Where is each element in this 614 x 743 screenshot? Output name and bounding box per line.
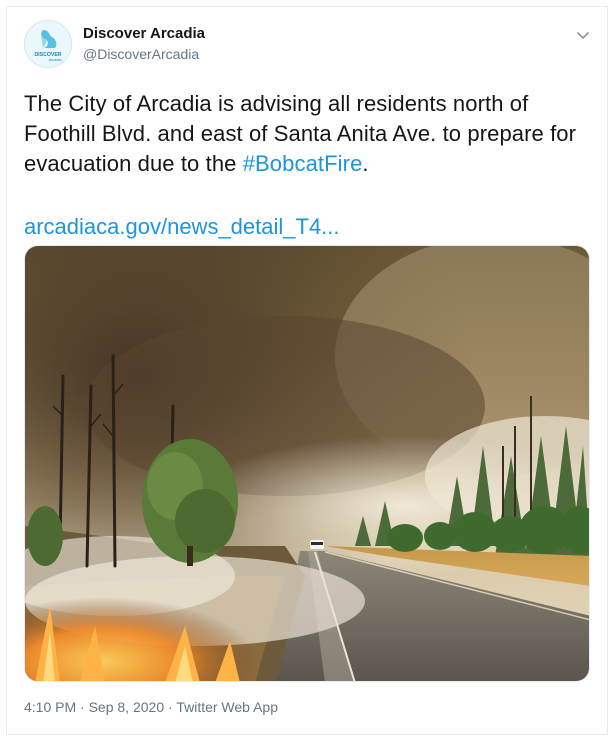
tweet-date[interactable]: Sep 8, 2020 bbox=[89, 699, 165, 715]
tweet-photo[interactable] bbox=[24, 245, 590, 682]
hashtag-link[interactable]: #BobcatFire bbox=[243, 151, 363, 176]
tweet-text: The City of Arcadia is advising all resi… bbox=[24, 89, 594, 179]
swan-logo-icon: DISCOVER Arcadia bbox=[25, 21, 71, 67]
avatar-text-bottom: Arcadia bbox=[49, 58, 63, 62]
chevron-down-icon[interactable] bbox=[573, 25, 593, 45]
tweet-url-link[interactable]: arcadiaca.gov/news_detail_T4... bbox=[24, 214, 340, 239]
account-handle[interactable]: @DiscoverArcadia bbox=[83, 46, 199, 62]
tweet-source[interactable]: Twitter Web App bbox=[176, 699, 278, 715]
tweet-card[interactable]: DISCOVER Arcadia Discover Arcadia @Disco… bbox=[6, 6, 608, 735]
tweet-time[interactable]: 4:10 PM bbox=[24, 699, 76, 715]
wildfire-photo bbox=[25, 246, 589, 681]
avatar[interactable]: DISCOVER Arcadia bbox=[24, 20, 72, 68]
display-name[interactable]: Discover Arcadia bbox=[83, 25, 205, 42]
tweet-body-end: . bbox=[362, 151, 369, 176]
tweet-meta: 4:10 PM · Sep 8, 2020 · Twitter Web App bbox=[24, 699, 278, 715]
meta-separator: · bbox=[76, 699, 89, 715]
meta-separator: · bbox=[164, 699, 177, 715]
